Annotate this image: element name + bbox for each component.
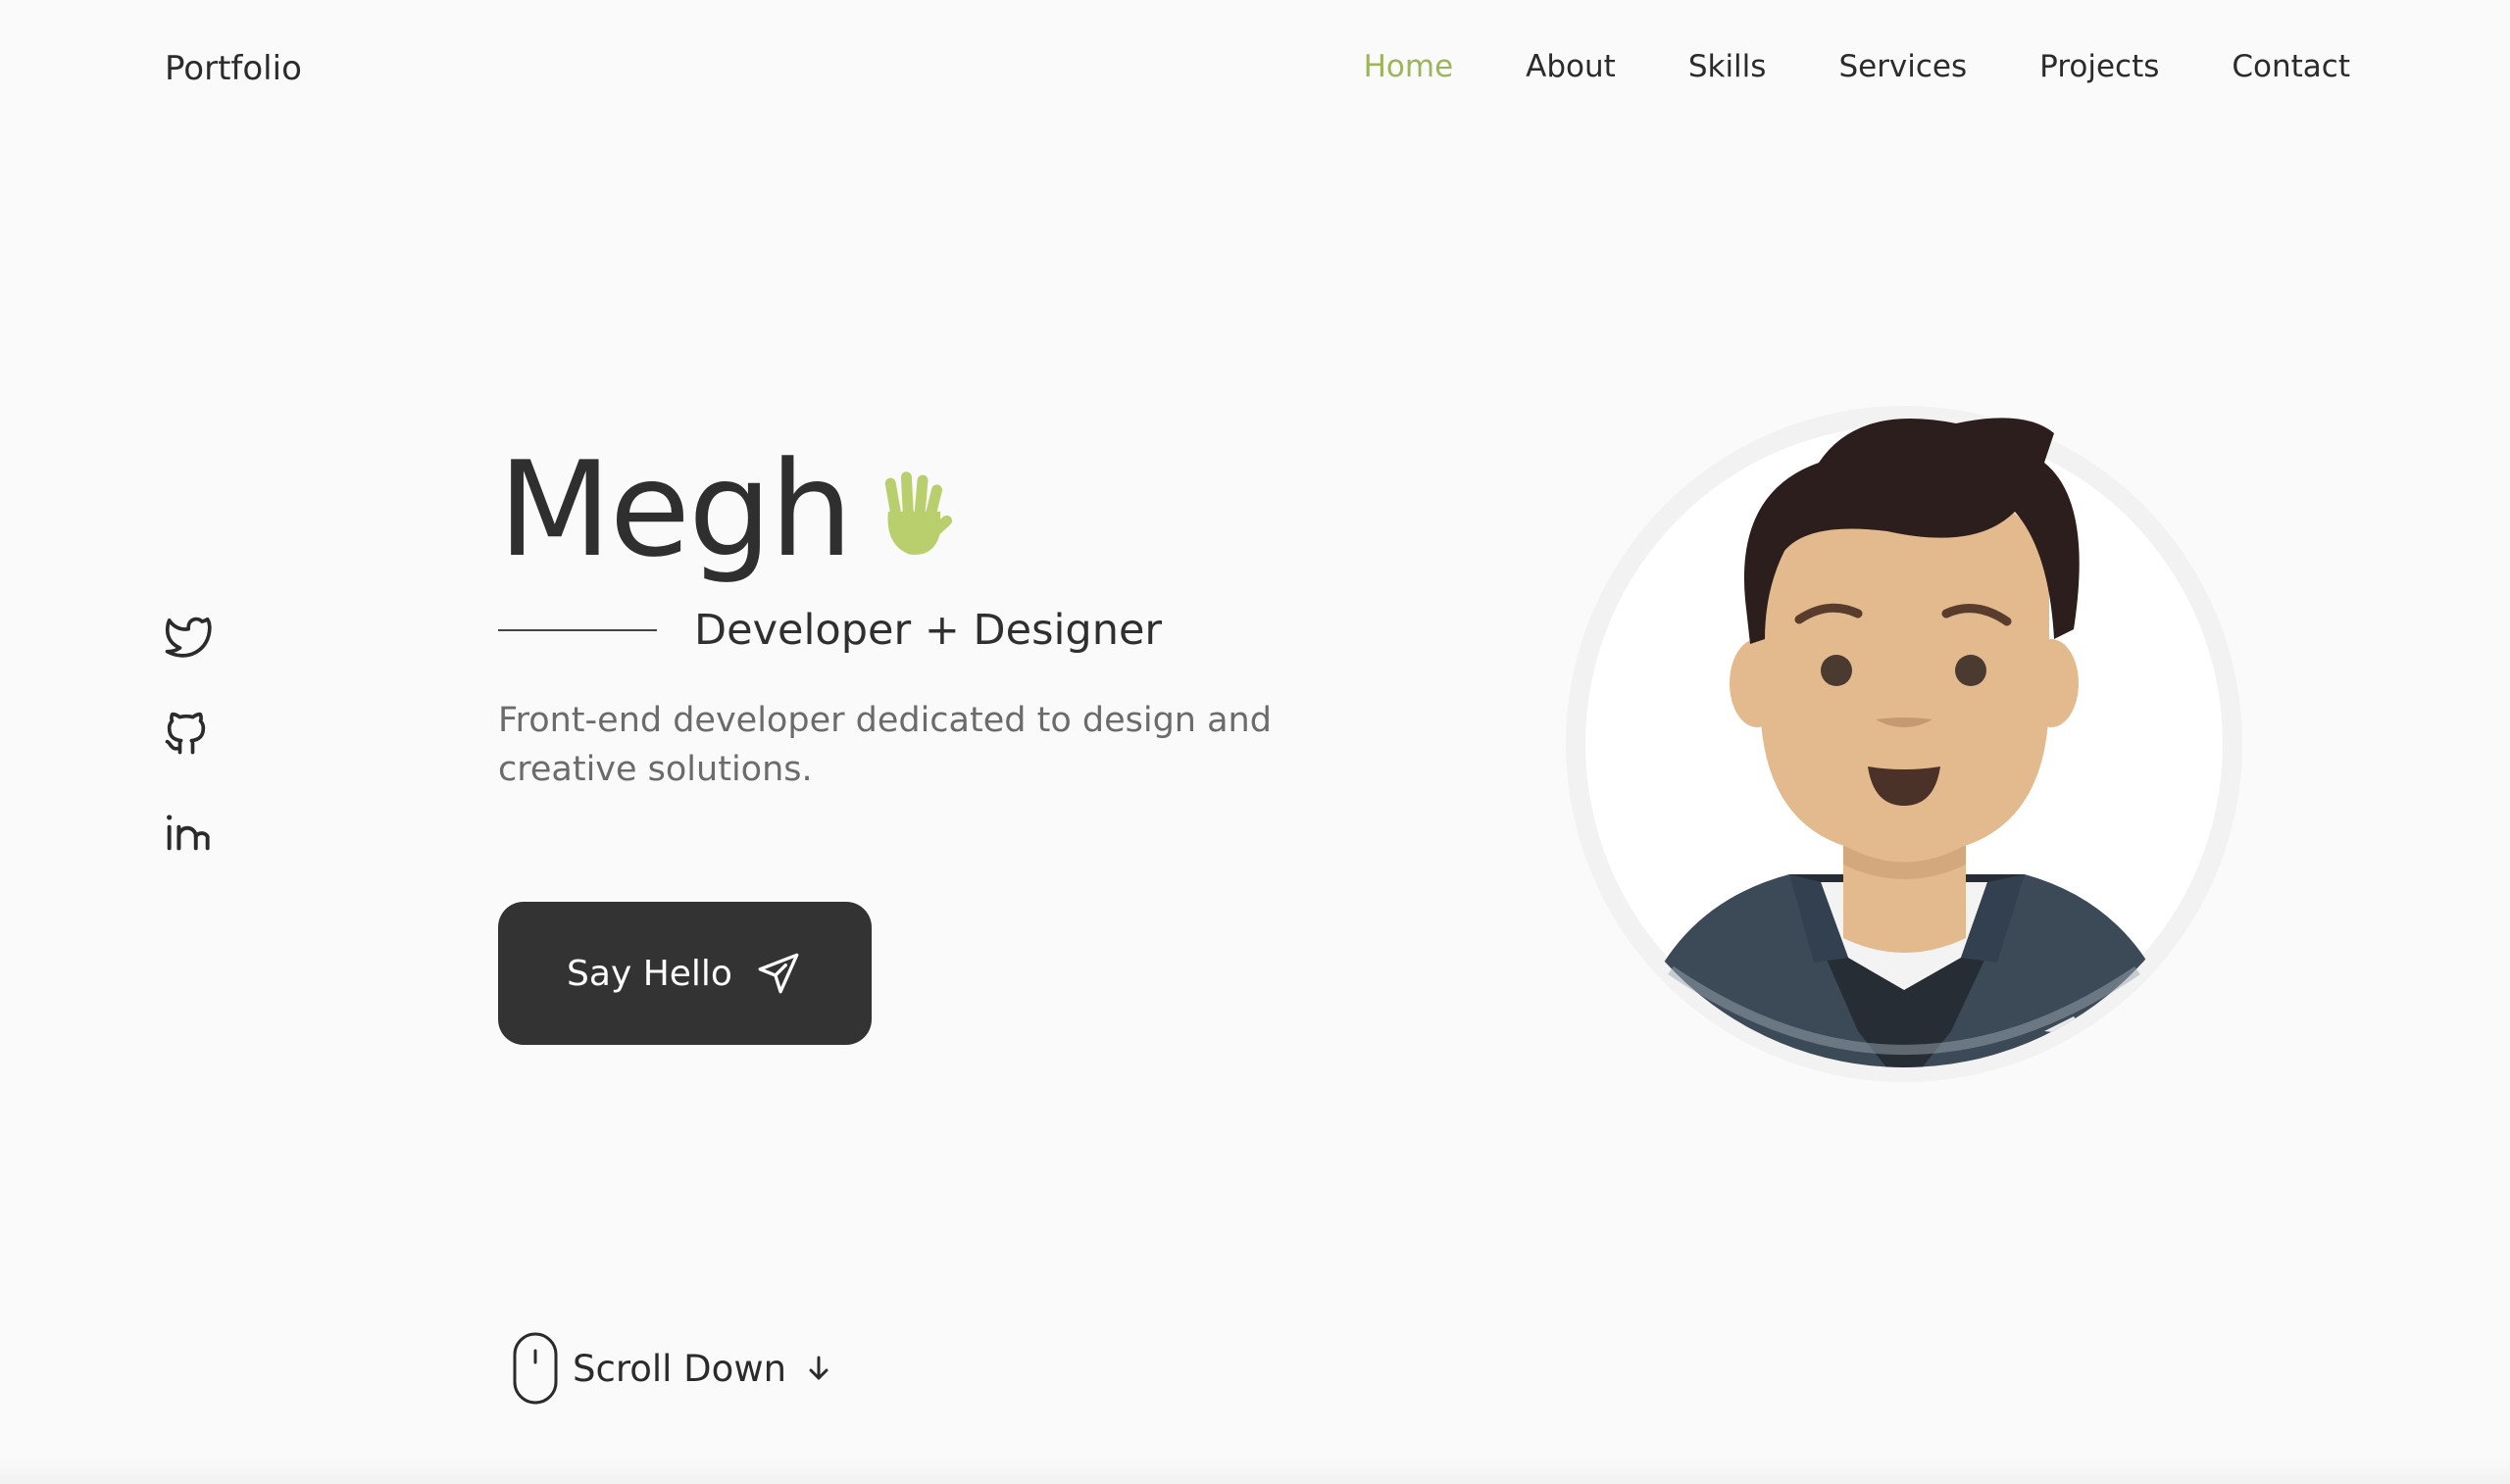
avatar bbox=[1564, 404, 2245, 1085]
subtitle-divider bbox=[498, 629, 657, 631]
send-icon bbox=[758, 953, 799, 994]
bottom-shade bbox=[0, 1459, 2510, 1484]
waving-hand-icon bbox=[884, 471, 953, 555]
hero-name: Megh bbox=[498, 433, 853, 586]
hero-subtitle: Developer + Designer bbox=[694, 606, 1163, 655]
subtitle-row: Developer + Designer bbox=[498, 606, 1479, 655]
hero-description: Front-end developer dedicated to design … bbox=[498, 701, 1272, 789]
nav-projects[interactable]: Projects bbox=[2039, 49, 2159, 84]
scroll-down-link[interactable]: Scroll Down bbox=[512, 1331, 833, 1406]
social-links bbox=[161, 610, 212, 904]
linkedin-icon[interactable] bbox=[161, 806, 212, 857]
arrow-down-icon bbox=[809, 1356, 828, 1380]
github-icon[interactable] bbox=[161, 708, 212, 759]
nav-contact[interactable]: Contact bbox=[2232, 49, 2350, 84]
mouse-icon bbox=[513, 1332, 558, 1405]
hero-title-row: Megh bbox=[498, 431, 1479, 588]
twitter-icon[interactable] bbox=[161, 610, 212, 661]
say-hello-label: Say Hello bbox=[567, 953, 732, 994]
nav-services[interactable]: Services bbox=[1838, 49, 1967, 84]
main-nav: Home About Skills Services Projects Cont… bbox=[1364, 49, 2350, 84]
hero-section: Megh Developer + Designer Front-end deve… bbox=[498, 431, 1479, 1045]
nav-home[interactable]: Home bbox=[1364, 49, 1454, 84]
say-hello-button[interactable]: Say Hello bbox=[498, 902, 872, 1045]
avatar-illustration bbox=[1566, 406, 2242, 1082]
site-header: Portfolio Home About Skills Services Pro… bbox=[0, 0, 2510, 147]
logo[interactable]: Portfolio bbox=[165, 49, 302, 88]
nav-about[interactable]: About bbox=[1526, 49, 1616, 84]
nav-skills[interactable]: Skills bbox=[1688, 49, 1767, 84]
scroll-down-label: Scroll Down bbox=[573, 1347, 787, 1390]
